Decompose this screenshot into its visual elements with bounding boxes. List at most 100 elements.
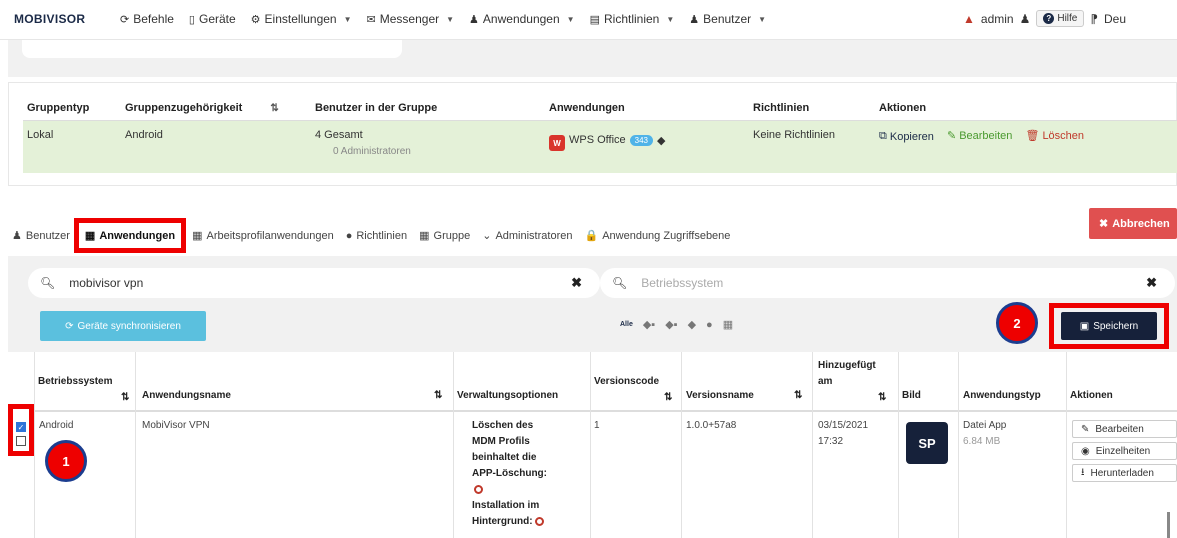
wps-office-icon: W	[549, 135, 565, 151]
sort-icon[interactable]: ⇅	[794, 390, 802, 401]
grid-icon: ▦	[84, 230, 96, 242]
android-icon: ◆	[657, 134, 666, 147]
row-checkbox[interactable]: ✓	[16, 422, 26, 432]
caret-down-icon: ▼	[566, 14, 575, 24]
users-total: 4 Gesamt	[315, 129, 363, 141]
header-aktionen: Aktionen	[1070, 390, 1113, 401]
cell-type: Lokal	[27, 129, 54, 141]
tab-benutzer[interactable]: ♟ Benutzer	[12, 229, 70, 243]
caret-down-icon: ▼	[446, 14, 455, 24]
column-divider	[1066, 352, 1067, 538]
nav-item-benutzer[interactable]: ♟ Benutzer ▼	[689, 12, 766, 26]
band-inset	[22, 40, 402, 58]
copy-button[interactable]: ⧉ Kopieren	[879, 130, 934, 143]
edit-app-button[interactable]: ✎ Bearbeiten	[1072, 420, 1177, 438]
nav-item-geraete[interactable]: ▯ Geräte	[189, 12, 236, 26]
app-count-badge: 343	[629, 134, 654, 146]
user-icon: ♟	[1019, 11, 1031, 26]
header-gruppentyp: Gruppentyp	[27, 101, 90, 114]
os-filter-all[interactable]: Alle	[620, 321, 633, 328]
clear-os-icon[interactable]: ✖	[1146, 275, 1157, 291]
column-divider	[898, 352, 899, 538]
tab-anwendungen[interactable]: ▦ Anwendungen	[73, 218, 187, 253]
tab-zugriffsebene[interactable]: 🔒 Anwendung Zugriffsebene	[584, 229, 730, 243]
application-table: Betriebssystem ⇅ Anwendungsname ⇅ Verwal…	[8, 352, 1177, 538]
header-versionscode: Versionscode	[594, 376, 660, 387]
sort-icon[interactable]: ⇅	[270, 103, 278, 114]
terminal-icon: ⟳	[120, 13, 130, 26]
clear-search-icon[interactable]: ✖	[571, 275, 582, 291]
pencil-icon: ✎	[946, 130, 957, 142]
sort-icon[interactable]: ⇅	[121, 392, 129, 403]
header-gruppenzugehoerigkeit[interactable]: Gruppenzugehörigkeit ⇅	[121, 102, 311, 114]
nav-item-richtlinien[interactable]: ▤ Richtlinien ▼	[590, 12, 675, 26]
android-mdm-icon[interactable]: ◆▪	[643, 318, 655, 331]
sort-icon[interactable]: ⇅	[664, 392, 672, 403]
user-icon: ♟	[12, 230, 22, 242]
cell-app-type: Datei App	[963, 420, 1007, 431]
tab-arbeitsprofilanwendungen[interactable]: ▦ Arbeitsprofilanwendungen	[192, 229, 334, 243]
step-marker-2: 2	[996, 302, 1038, 344]
column-divider	[453, 352, 454, 538]
cell-time: 17:32	[818, 436, 844, 447]
cell-version-name: 1.0.0+57a8	[686, 420, 737, 431]
header-anwendungen: Anwendungen	[549, 101, 625, 114]
sort-icon[interactable]: ⇅	[434, 390, 442, 401]
os-search-input[interactable]: 🔍︎ Betriebssystem ✖	[600, 268, 1175, 298]
caret-down-icon: ▼	[758, 14, 767, 24]
device-icon: ▯	[188, 13, 195, 26]
save-button[interactable]: ▣ Speichern	[1061, 312, 1157, 340]
envelope-icon: ✉	[366, 13, 376, 26]
language-switch[interactable]: Deu	[1104, 12, 1126, 26]
bell-icon[interactable]: ▲	[963, 12, 975, 26]
header-richtlinien: Richtlinien	[753, 101, 810, 114]
tab-gruppe[interactable]: ▦ Gruppe	[419, 229, 470, 243]
user-icon: ♟	[469, 13, 479, 26]
apple-icon[interactable]: ●	[706, 319, 713, 331]
dot-icon: ●	[345, 229, 353, 242]
scrollbar[interactable]	[1167, 512, 1170, 538]
background-install-toggle[interactable]	[535, 516, 545, 526]
delete-button[interactable]: 🗑 Löschen	[1025, 129, 1084, 143]
top-navbar: MOBIVISOR ⟳ Befehle ▯ Geräte ⚙ Einstellunge…	[0, 0, 1177, 40]
column-divider	[681, 352, 682, 538]
sort-icon[interactable]: ⇅	[878, 392, 886, 403]
search-icon: 🔍︎	[40, 276, 56, 290]
app-chip[interactable]: W WPS Office 343 ◆	[549, 129, 665, 151]
column-divider	[34, 352, 35, 538]
cell-actions: ⧉ Kopieren ✎ Bearbeiten 🗑 Löschen	[875, 129, 1165, 173]
close-icon: ✖	[1099, 218, 1109, 230]
row-checkbox-secondary[interactable]	[16, 436, 26, 446]
tab-administratoren[interactable]: ⌄ Administratoren	[482, 229, 572, 243]
cell-users: 4 Gesamt 0 Administratoren	[311, 129, 545, 173]
header-anwendungstyp: Anwendungstyp	[963, 390, 1041, 401]
windows-icon[interactable]: ▦	[723, 318, 733, 331]
lock-icon: 🔒	[584, 230, 599, 242]
cancel-button[interactable]: ✖ Abbrechen	[1089, 208, 1177, 239]
help-button[interactable]: ? Hilfe	[1036, 10, 1085, 27]
user-name[interactable]: admin	[981, 12, 1014, 26]
delete-app-toggle[interactable]	[474, 482, 483, 498]
nav-item-einstellungen[interactable]: ⚙ Einstellungen ▼	[251, 12, 352, 26]
details-button[interactable]: ◉ Einzelheiten	[1072, 442, 1177, 460]
android-work-icon[interactable]: ◆▪	[665, 318, 677, 331]
cell-app-size: 6.84 MB	[963, 436, 1001, 447]
cell-membership: Android	[125, 129, 163, 141]
pencil-icon: ✎	[1081, 423, 1090, 435]
nav-item-befehle[interactable]: ⟳ Befehle	[120, 12, 174, 26]
android-icon[interactable]: ◆	[688, 318, 696, 331]
tab-richtlinien[interactable]: ● Richtlinien	[346, 230, 407, 242]
caret-down-icon: ▼	[666, 14, 675, 24]
nav-item-anwendungen[interactable]: ♟ Anwendungen ▼	[469, 12, 575, 26]
option-line: beinhaltet die	[472, 452, 537, 463]
option-line: APP-Löschung:	[472, 468, 547, 479]
header-versionsname: Versionsname	[686, 390, 754, 401]
brand-logo[interactable]: MOBIVISOR	[14, 12, 85, 26]
edit-button[interactable]: ✎ Bearbeiten	[946, 129, 1012, 143]
os-filter-group: Alle ◆▪ ◆▪ ◆ ● ▦	[620, 318, 733, 332]
download-button[interactable]: ⭳ Herunterladen	[1072, 464, 1177, 482]
app-search-input[interactable]: 🔍︎ mobivisor vpn ✖	[28, 268, 600, 298]
header-bild: Bild	[902, 390, 921, 401]
sync-devices-button[interactable]: ⟳ Geräte synchronisieren	[40, 311, 206, 341]
nav-item-messenger[interactable]: ✉ Messenger ▼	[367, 12, 455, 26]
